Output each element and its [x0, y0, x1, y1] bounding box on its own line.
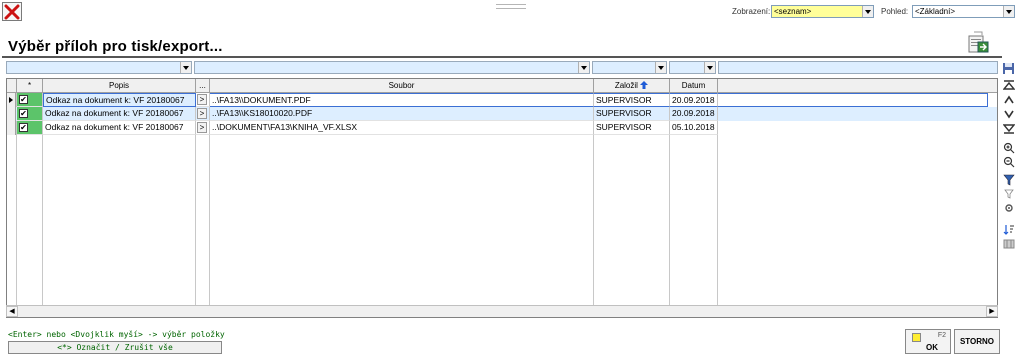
- chevron-down-icon[interactable]: [862, 6, 873, 17]
- zoom-in-icon[interactable]: [1001, 142, 1016, 156]
- horizontal-scrollbar[interactable]: ◀ ▶: [6, 305, 998, 317]
- settings-icon[interactable]: [1001, 202, 1016, 216]
- next-record-icon[interactable]: [1001, 108, 1016, 122]
- attachments-grid: * Popis ... Soubor Založil Datum ✔ Odkaz…: [6, 78, 998, 318]
- close-x-icon: [4, 4, 20, 19]
- row-datum[interactable]: 20.09.2018: [670, 107, 718, 121]
- zobrazeni-select[interactable]: <seznam>: [771, 5, 874, 18]
- save-icon[interactable]: [1001, 62, 1016, 76]
- chevron-down-icon[interactable]: [655, 62, 666, 73]
- row-marker: [7, 93, 16, 107]
- chevron-down-icon[interactable]: [578, 62, 589, 73]
- drag-handle[interactable]: [496, 4, 526, 9]
- row-checkbox-cell[interactable]: ✔: [17, 93, 43, 107]
- top-bar: Zobrazení: <seznam> Pohled: <Základní>: [0, 0, 1023, 22]
- row-open-button[interactable]: >: [197, 94, 207, 105]
- status-led-icon: [912, 333, 921, 342]
- row-checkbox[interactable]: ✔: [19, 109, 28, 118]
- row-soubor[interactable]: ..\FA13\\KS18010020.PDF: [210, 107, 594, 121]
- title-divider: [2, 56, 1002, 58]
- row-popis[interactable]: Odkaz na dokument k: VF 20180067: [43, 107, 196, 121]
- sort-arrow-icon: [640, 81, 649, 89]
- table-row[interactable]: ✔ Odkaz na dokument k: VF 20180067 > ..\…: [7, 107, 997, 121]
- filter-zalozil[interactable]: [592, 61, 667, 74]
- table-row[interactable]: ✔ Odkaz na dokument k: VF 20180067 > ..\…: [7, 93, 997, 107]
- export-icon: [968, 31, 989, 53]
- header-row-marker: [7, 79, 17, 93]
- ok-button[interactable]: F2 OK: [905, 329, 951, 354]
- header-empty: [718, 79, 997, 93]
- filter-soubor[interactable]: [194, 61, 590, 74]
- row-marker: [7, 121, 16, 135]
- current-row-icon: [9, 97, 13, 103]
- chevron-down-icon[interactable]: [180, 62, 191, 73]
- header-zalozil-label: Založil: [614, 81, 638, 90]
- previous-record-icon[interactable]: [1001, 94, 1016, 108]
- row-checkbox[interactable]: ✔: [19, 95, 28, 104]
- first-record-icon[interactable]: [1001, 80, 1016, 94]
- keyboard-hint: <Enter> nebo <Dvojklik myší> -> výběr po…: [8, 330, 225, 339]
- zoom-out-icon[interactable]: [1001, 156, 1016, 170]
- pohled-select[interactable]: <Základní>: [912, 5, 1015, 18]
- filter-datum[interactable]: [669, 61, 716, 74]
- table-row[interactable]: ✔ Odkaz na dokument k: VF 20180067 > ..\…: [7, 121, 997, 135]
- pohled-value: <Základní>: [915, 7, 956, 16]
- export-button[interactable]: [966, 30, 990, 54]
- header-popis[interactable]: Popis: [43, 79, 196, 93]
- row-open-button[interactable]: >: [197, 108, 207, 119]
- chevron-down-icon[interactable]: [704, 62, 715, 73]
- row-more-cell[interactable]: >: [196, 107, 210, 121]
- row-checkbox-cell[interactable]: ✔: [17, 107, 43, 121]
- columns-icon[interactable]: [1001, 238, 1016, 252]
- row-soubor[interactable]: ..\DOKUMENT\FA13\KNIHA_VF.XLSX: [210, 121, 594, 135]
- header-soubor[interactable]: Soubor: [210, 79, 594, 93]
- zobrazeni-value: <seznam>: [774, 7, 812, 16]
- close-button[interactable]: [2, 2, 22, 21]
- row-checkbox[interactable]: ✔: [19, 123, 28, 132]
- row-open-button[interactable]: >: [197, 122, 207, 133]
- row-checkbox-cell[interactable]: ✔: [17, 121, 43, 135]
- row-datum[interactable]: 05.10.2018: [670, 121, 718, 135]
- grid-toolbar: [1000, 62, 1018, 322]
- row-zalozil[interactable]: SUPERVISOR: [594, 121, 670, 135]
- filter-icon[interactable]: [1001, 174, 1016, 188]
- row-popis[interactable]: Odkaz na dokument k: VF 20180067: [43, 93, 196, 107]
- zobrazeni-label: Zobrazení:: [732, 7, 771, 16]
- scroll-right-icon[interactable]: ▶: [986, 306, 998, 317]
- filter-popis[interactable]: [6, 61, 192, 74]
- scroll-left-icon[interactable]: ◀: [6, 306, 18, 317]
- header-more[interactable]: ...: [196, 79, 210, 93]
- ok-shortcut: F2: [937, 332, 946, 339]
- row-more-cell[interactable]: >: [196, 93, 210, 107]
- mark-all-button[interactable]: <*> Označit / Zrušit vše: [8, 341, 222, 354]
- grid-header: * Popis ... Soubor Založil Datum: [7, 79, 997, 93]
- header-mark[interactable]: *: [17, 79, 43, 93]
- pohled-label: Pohled:: [881, 7, 909, 16]
- row-datum[interactable]: 20.09.2018: [670, 93, 718, 107]
- filter-rest[interactable]: [718, 61, 998, 74]
- clear-filter-icon[interactable]: [1001, 188, 1016, 202]
- sort-icon[interactable]: [1001, 224, 1016, 238]
- chevron-down-icon[interactable]: [1003, 6, 1014, 17]
- row-zalozil[interactable]: SUPERVISOR: [594, 93, 670, 107]
- row-soubor[interactable]: ..\FA13\\DOKUMENT.PDF: [210, 93, 594, 107]
- row-zalozil[interactable]: SUPERVISOR: [594, 107, 670, 121]
- header-datum[interactable]: Datum: [670, 79, 718, 93]
- ok-label: OK: [926, 343, 938, 352]
- storno-button[interactable]: STORNO: [954, 329, 1000, 354]
- page-title: Výběr příloh pro tisk/export...: [8, 38, 223, 55]
- row-marker: [7, 107, 16, 121]
- header-zalozil[interactable]: Založil: [594, 79, 670, 93]
- row-empty[interactable]: [718, 93, 988, 107]
- row-popis[interactable]: Odkaz na dokument k: VF 20180067: [43, 121, 196, 135]
- row-more-cell[interactable]: >: [196, 121, 210, 135]
- last-record-icon[interactable]: [1001, 122, 1016, 136]
